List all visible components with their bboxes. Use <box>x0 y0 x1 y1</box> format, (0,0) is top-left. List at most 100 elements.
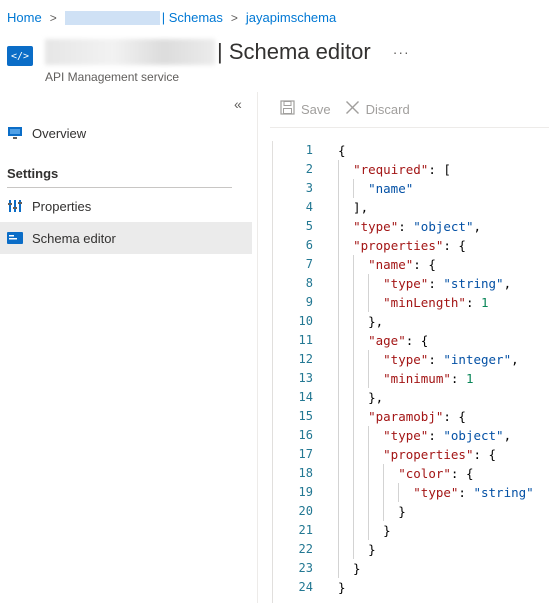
code-line[interactable]: 19 "type": "string" <box>273 483 549 502</box>
code-line[interactable]: 12 "type": "integer", <box>273 350 549 369</box>
line-number: 15 <box>298 409 313 423</box>
code-text: } <box>338 504 406 519</box>
code-line[interactable]: 6 "properties": { <box>273 236 549 255</box>
code-line[interactable]: 21 } <box>273 521 549 540</box>
sidebar-item-label: Overview <box>32 125 87 141</box>
breadcrumb: Home > | Schemas > jayapimschema <box>7 10 336 25</box>
code-text: }, <box>338 390 384 405</box>
code-line[interactable]: 20 } <box>273 502 549 521</box>
line-number: 21 <box>298 523 313 537</box>
overview-icon <box>7 126 23 140</box>
redacted-service-name <box>45 39 215 65</box>
code-text: }, <box>338 314 384 329</box>
code-text: "minimum": 1 <box>383 371 474 386</box>
line-number: 17 <box>298 447 313 461</box>
discard-label: Discard <box>365 101 410 117</box>
code-text: ], <box>338 200 369 215</box>
code-line[interactable]: 24} <box>273 578 549 597</box>
code-line[interactable]: 8 "type": "string", <box>273 274 549 293</box>
code-line[interactable]: 1{ <box>273 141 549 160</box>
line-number: 20 <box>298 504 313 518</box>
code-line[interactable]: 11 "age": { <box>273 331 549 350</box>
page-subtitle: API Management service <box>45 70 180 84</box>
code-line[interactable]: 4 ], <box>273 198 549 217</box>
sidebar-divider <box>7 187 232 188</box>
code-text: "color": { <box>398 466 474 481</box>
code-line[interactable]: 17 "properties": { <box>273 445 549 464</box>
code-line[interactable]: 5 "type": "object", <box>273 217 549 236</box>
code-text: } <box>338 561 361 576</box>
code-text: "properties": { <box>353 238 466 253</box>
json-code-editor[interactable]: 1{2 "required": [3 "name" 4 ], 5 "type": "… <box>272 141 549 603</box>
properties-icon <box>7 199 23 213</box>
code-line[interactable]: 9 "minLength": 1 <box>273 293 549 312</box>
line-number: 16 <box>298 428 313 442</box>
code-line[interactable]: 23 } <box>273 559 549 578</box>
page-header: </> | Schema editor ··· <box>7 38 410 66</box>
sidebar-item-label: Properties <box>32 198 92 214</box>
code-line[interactable]: 15 "paramobj": { <box>273 407 549 426</box>
breadcrumb-separator: > <box>230 10 238 25</box>
code-text: "type": "string", <box>383 276 512 291</box>
toolbar-divider <box>270 127 549 128</box>
code-line[interactable]: 10 }, <box>273 312 549 331</box>
discard-button[interactable]: Discard <box>345 100 410 118</box>
indent-guide <box>368 350 370 388</box>
line-number: 6 <box>305 238 313 252</box>
indent-guide <box>353 179 355 198</box>
code-line[interactable]: 7 "name": { <box>273 255 549 274</box>
breadcrumb-separator: > <box>49 10 57 25</box>
line-number: 24 <box>298 580 313 594</box>
code-text: "name" <box>368 181 414 196</box>
line-number: 3 <box>305 181 313 195</box>
breadcrumb-schemas[interactable]: | Schemas <box>162 10 223 25</box>
sidebar-item-schema-editor[interactable]: Schema editor <box>0 222 252 254</box>
line-number: 11 <box>298 333 313 347</box>
breadcrumb-redacted-service[interactable] <box>64 10 160 25</box>
line-number: 4 <box>305 200 313 214</box>
line-number: 13 <box>298 371 313 385</box>
code-text: "type": "object", <box>383 428 512 443</box>
line-number: 5 <box>305 219 313 233</box>
code-text: "minLength": 1 <box>383 295 489 310</box>
line-number: 8 <box>305 276 313 290</box>
breadcrumb-home[interactable]: Home <box>7 10 42 25</box>
save-label: Save <box>301 101 331 117</box>
editor-toolbar: Save Discard <box>280 100 424 118</box>
line-number: 1 <box>305 143 313 157</box>
code-text: } <box>338 542 376 557</box>
sidebar-item-overview[interactable]: Overview <box>0 117 252 149</box>
code-text: "type": "object", <box>353 219 482 234</box>
discard-icon <box>345 100 360 118</box>
page-title: | Schema editor <box>217 39 371 64</box>
code-text: } <box>338 523 391 538</box>
save-icon <box>280 100 295 118</box>
code-line[interactable]: 3 "name" <box>273 179 549 198</box>
code-line[interactable]: 18 "color": { <box>273 464 549 483</box>
code-line[interactable]: 13 "minimum": 1 <box>273 369 549 388</box>
indent-guide <box>398 483 400 502</box>
sidebar-section-settings: Settings <box>7 166 59 181</box>
code-text: { <box>338 143 346 158</box>
collapse-sidebar-button[interactable]: « <box>234 96 242 112</box>
code-line[interactable]: 14 }, <box>273 388 549 407</box>
line-number: 18 <box>298 466 313 480</box>
code-line[interactable]: 22 } <box>273 540 549 559</box>
indent-guide <box>338 160 339 578</box>
schema-editor-icon <box>7 231 23 245</box>
breadcrumb-current[interactable]: jayapimschema <box>246 10 336 25</box>
line-number: 19 <box>298 485 313 499</box>
more-options-button[interactable]: ··· <box>393 44 410 60</box>
line-number: 22 <box>298 542 313 556</box>
line-number: 14 <box>298 390 313 404</box>
sidebar-item-properties[interactable]: Properties <box>0 190 252 222</box>
code-text: "required": [ <box>353 162 451 177</box>
save-button[interactable]: Save <box>280 100 331 118</box>
code-line[interactable]: 2 "required": [ <box>273 160 549 179</box>
code-text: } <box>338 580 346 595</box>
line-number: 23 <box>298 561 313 575</box>
indent-guide <box>383 464 385 521</box>
code-text: "properties": { <box>383 447 497 462</box>
line-number: 12 <box>298 352 313 366</box>
code-line[interactable]: 16 "type": "object", <box>273 426 549 445</box>
